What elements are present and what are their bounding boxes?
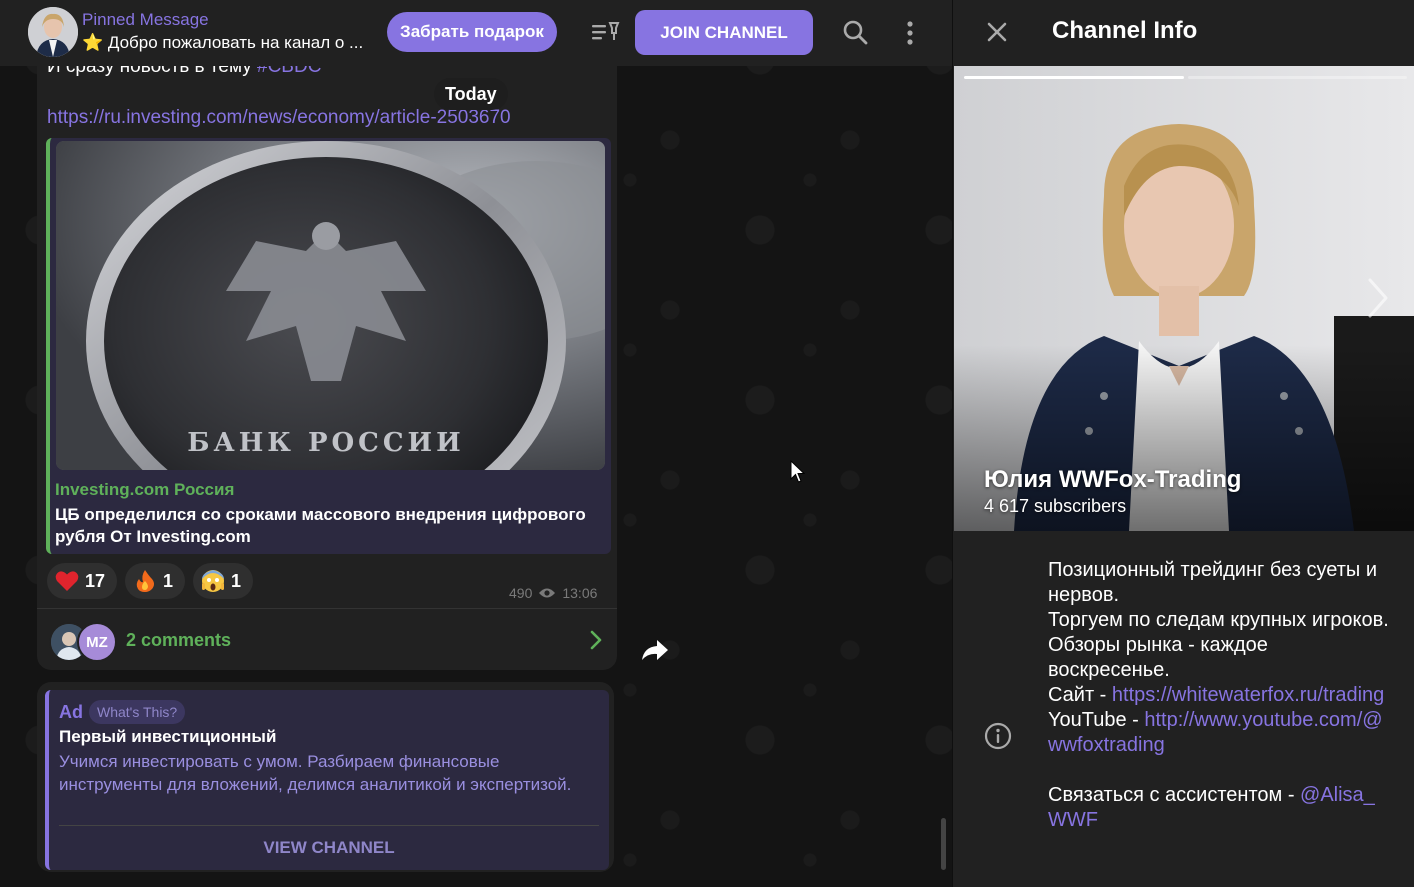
channel-avatar[interactable] — [28, 7, 78, 57]
info-icon — [984, 722, 1012, 750]
reaction-scream[interactable]: 1 — [193, 563, 254, 599]
ad-title: Первый инвестиционный — [59, 727, 277, 746]
chevron-right-icon — [590, 630, 602, 650]
preview-site-name: Investing.com Россия — [55, 480, 235, 499]
link-preview[interactable]: БАНК РОССИИ Investing.com Россия ЦБ опре… — [46, 138, 611, 554]
search-icon[interactable] — [842, 19, 868, 45]
chat-topbar: Pinned Message ⭐ Добро пожаловать на кан… — [0, 0, 952, 66]
ad-text: Учимся инвестировать с умом. Разбираем ф… — [59, 752, 572, 794]
scream-face-icon — [201, 569, 225, 593]
panel-title: Channel Info — [1052, 17, 1198, 44]
article-link[interactable]: https://ru.investing.com/news/economy/ar… — [47, 107, 511, 129]
chevron-right-icon[interactable] — [1366, 276, 1390, 320]
ad-divider — [59, 825, 599, 826]
bio-spacer — [1048, 758, 1393, 783]
post-divider — [37, 608, 617, 609]
pinned-message-title[interactable]: Pinned Message — [82, 10, 209, 30]
bio-contact-row: Связаться с ассистентом - @Alisa_WWF — [1048, 783, 1393, 833]
reaction-count: 17 — [85, 570, 106, 591]
more-vertical-icon[interactable] — [905, 20, 915, 46]
chat-scrollbar[interactable] — [941, 818, 946, 870]
post-time: 13:06 — [562, 585, 598, 601]
panel-header: Channel Info — [953, 0, 1414, 66]
reactions-bar: 17 1 1 — [47, 563, 254, 599]
site-label: Сайт - — [1048, 684, 1112, 706]
bio-line: Торгуем по следам крупных игроков. — [1048, 609, 1389, 631]
mouse-cursor-icon — [790, 460, 806, 483]
preview-title: ЦБ определился со сроками массового внед… — [55, 505, 586, 546]
pinned-list-icon[interactable] — [590, 20, 620, 44]
ad-label: Ad — [59, 702, 83, 722]
contact-label: Связаться с ассистентом - — [1048, 784, 1301, 806]
close-icon[interactable] — [986, 21, 1008, 43]
ad-card[interactable]: Ad What's This? Первый инвестиционный Уч… — [45, 690, 609, 870]
chat-area: Pinned Message ⭐ Добро пожаловать на кан… — [0, 0, 952, 887]
bio-line: Позиционный трейдинг без суеты и нервов. — [1048, 559, 1378, 606]
bio-line: Обзоры рынка - каждое воскресенье. — [1048, 634, 1268, 681]
channel-name: Юлия WWFox-Trading — [984, 466, 1242, 493]
channel-info-panel: Channel Info Юлия WWFox-Trading 4 617 su… — [952, 0, 1414, 887]
view-channel-button[interactable]: VIEW CHANNEL — [59, 834, 599, 862]
date-badge: Today — [434, 78, 508, 110]
channel-photo[interactable]: Юлия WWFox-Trading 4 617 subscribers — [954, 66, 1414, 531]
channel-description: Позиционный трейдинг без суеты и нервов.… — [1048, 558, 1393, 833]
comments-label: 2 comments — [126, 630, 232, 650]
bio-site-row: Сайт - https://whitewaterfox.ru/trading — [1048, 683, 1393, 708]
share-forward-icon[interactable] — [638, 633, 672, 667]
post-meta: 490 13:06 — [509, 585, 597, 601]
view-count: 490 — [509, 585, 533, 601]
join-channel-button[interactable]: JOIN CHANNEL — [635, 10, 813, 55]
bio-youtube-row: YouTube - http://www.youtube.com/@wwfoxt… — [1048, 708, 1393, 758]
site-link[interactable]: https://whitewaterfox.ru/trading — [1112, 684, 1384, 706]
sponsored-message: Ad What's This? Первый инвестиционный Уч… — [37, 682, 614, 872]
reaction-fire[interactable]: 1 — [125, 563, 186, 599]
pinned-message-text[interactable]: ⭐ Добро пожаловать на канал о ... — [82, 33, 363, 53]
photo-progress-segment — [1187, 76, 1407, 79]
youtube-label: YouTube - — [1048, 709, 1145, 731]
reaction-count: 1 — [231, 570, 242, 591]
subscriber-count: 4 617 subscribers — [984, 496, 1127, 516]
reaction-heart[interactable]: 17 — [47, 563, 118, 599]
reaction-count: 1 — [163, 570, 174, 591]
fire-icon — [133, 569, 157, 593]
photo-progress — [964, 76, 1407, 79]
commenter-avatar-initials: MZ — [77, 622, 117, 662]
photo-progress-segment — [964, 76, 1184, 79]
claim-gift-button[interactable]: Забрать подарок — [387, 12, 557, 52]
whats-this-button[interactable]: What's This? — [89, 700, 186, 724]
heart-icon — [55, 569, 79, 593]
preview-image[interactable]: БАНК РОССИИ — [56, 141, 605, 470]
eye-icon — [539, 588, 556, 598]
svg-text:БАНК РОССИИ: БАНК РОССИИ — [187, 428, 464, 458]
comments-button[interactable]: MZ 2 comments — [49, 620, 609, 662]
